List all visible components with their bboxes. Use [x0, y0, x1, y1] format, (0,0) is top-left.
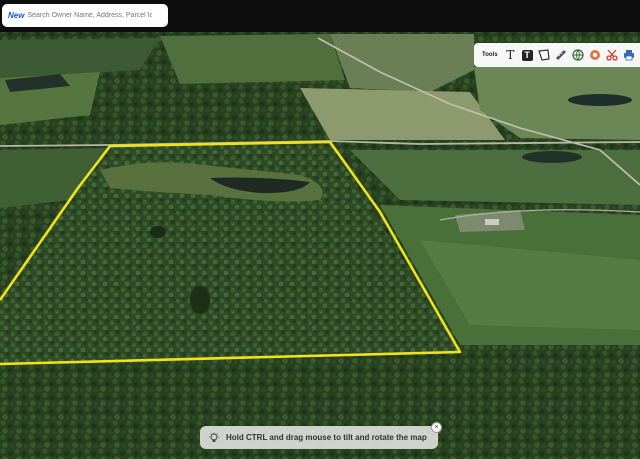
search-box[interactable]: New — [2, 4, 168, 27]
print-tool-button[interactable] — [623, 49, 635, 62]
forest-clearing-1 — [150, 226, 166, 238]
donut-icon — [590, 50, 600, 60]
cut-tool-button[interactable] — [606, 49, 618, 62]
printer-icon — [624, 50, 634, 61]
globe-icon — [572, 49, 584, 61]
close-hint-button[interactable]: × — [431, 422, 442, 433]
polygon-icon — [538, 49, 550, 61]
forest-clearing-2 — [190, 286, 210, 314]
text-box-icon: T — [521, 49, 533, 61]
satellite-map[interactable] — [0, 32, 640, 459]
search-input[interactable] — [27, 12, 153, 19]
building — [485, 219, 499, 225]
top-bar: New — [0, 0, 640, 32]
pond-mid-right — [522, 151, 582, 163]
tools-toolbar: Tools T T — [474, 43, 640, 67]
text-tool-button[interactable]: T — [505, 48, 517, 62]
globe-tool-button[interactable] — [572, 49, 584, 62]
text-box-tool-button[interactable]: T — [521, 49, 533, 62]
measure-tool-button[interactable] — [555, 49, 567, 62]
tilt-hint-banner: Hold CTRL and drag mouse to tilt and rot… — [200, 422, 442, 449]
buffer-tool-button[interactable] — [589, 49, 601, 62]
hint-text: Hold CTRL and drag mouse to tilt and rot… — [226, 433, 427, 442]
new-badge: New — [8, 11, 25, 20]
ruler-icon — [556, 50, 566, 60]
field-top-center — [160, 34, 345, 84]
lightbulb-icon — [209, 432, 219, 442]
text-icon: T — [506, 48, 515, 62]
scissors-icon — [606, 49, 618, 61]
pond-right — [568, 94, 632, 106]
polygon-tool-button[interactable] — [538, 49, 550, 62]
tools-label: Tools — [482, 52, 498, 58]
